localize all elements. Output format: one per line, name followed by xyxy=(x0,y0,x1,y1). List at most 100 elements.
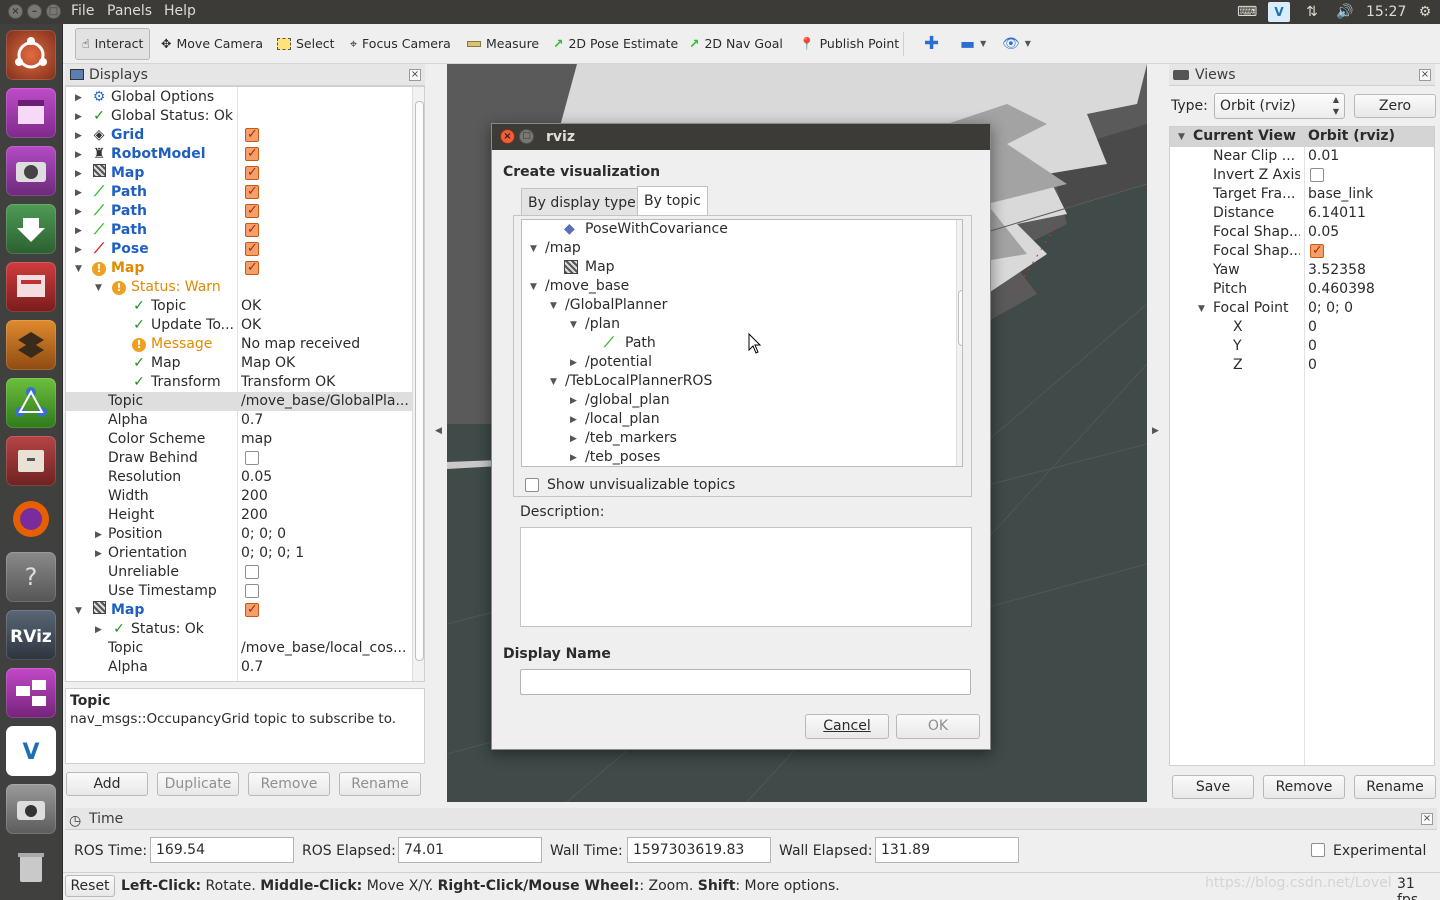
display-enabled-checkbox[interactable] xyxy=(245,125,259,144)
display-enabled-checkbox[interactable] xyxy=(245,258,259,277)
topic-tree-item[interactable]: ▼ /TebLocalPlannerROS xyxy=(522,372,954,391)
ros-time-field[interactable]: 169.54 xyxy=(150,837,294,863)
display-row[interactable]: Height 200 xyxy=(66,506,412,525)
display-row[interactable]: ▶ ✓ Status: Ok xyxy=(66,620,412,639)
rename-view-button[interactable]: Rename xyxy=(1354,775,1436,799)
expand-arrow-icon[interactable]: ▶ xyxy=(75,146,82,165)
display-row[interactable]: ▼! Map xyxy=(66,258,412,279)
expand-arrow-icon[interactable]: ▶ xyxy=(75,108,82,127)
view-property-row[interactable]: Invert Z Axis xyxy=(1170,166,1434,185)
display-enabled-checkbox[interactable] xyxy=(245,584,259,598)
display-row[interactable]: ✓ Map Map OK xyxy=(66,354,412,373)
network-icon[interactable]: ⇅ xyxy=(1302,2,1322,22)
ubuntu-dash-icon[interactable] xyxy=(6,30,56,80)
save-view-button[interactable]: Save xyxy=(1172,775,1254,799)
zero-view-button[interactable]: Zero xyxy=(1354,94,1436,118)
display-enabled-checkbox[interactable] xyxy=(245,600,259,619)
display-row[interactable]: ▶ ⟋ Pose xyxy=(66,239,412,260)
select-tool-button[interactable]: Select xyxy=(277,32,335,56)
display-row[interactable]: Topic/move_base/GlobalPla... xyxy=(66,392,412,411)
tab-by-topic[interactable]: By topic xyxy=(637,186,708,216)
menu-help[interactable]: Help xyxy=(164,3,196,19)
collapse-arrow-icon[interactable]: ▼ xyxy=(75,260,82,279)
collapse-arrow-icon[interactable]: ▼ xyxy=(95,279,102,298)
move-camera-tool-button[interactable]: ✥ Move Camera xyxy=(161,32,263,56)
remove-display-button[interactable]: Remove xyxy=(248,772,330,796)
settings-gear-icon[interactable]: ⚙ xyxy=(1416,2,1434,22)
expand-arrow-icon[interactable]: ▶ xyxy=(95,621,102,640)
current-view-row[interactable]: ▼ Current View Orbit (rviz) xyxy=(1170,127,1434,147)
archive-icon[interactable] xyxy=(6,436,56,486)
display-row[interactable]: ▶ Map xyxy=(66,163,412,184)
display-row[interactable]: ✓ Update To... OK xyxy=(66,316,412,335)
experimental-checkbox[interactable] xyxy=(1311,843,1325,857)
collapse-arrow-icon[interactable]: ▼ xyxy=(570,316,577,335)
display-row[interactable]: ▶ ♜ RobotModel xyxy=(66,144,412,165)
view-property-row[interactable]: Yaw 3.52358 xyxy=(1170,261,1434,280)
topic-tree-item[interactable]: ▼ /move_base xyxy=(522,277,954,296)
collapse-arrow-icon[interactable]: ▼ xyxy=(550,297,557,316)
topic-scroll-thumb[interactable] xyxy=(958,290,962,346)
camera-app-icon[interactable] xyxy=(6,784,56,834)
view-property-row[interactable]: Target Fra... base_link xyxy=(1170,185,1434,204)
time-close-icon[interactable]: × xyxy=(1421,813,1433,825)
cancel-button[interactable]: Cancel xyxy=(805,714,889,739)
displays-scroll-thumb[interactable] xyxy=(415,101,424,661)
topic-scrollbar[interactable] xyxy=(956,220,962,466)
expand-arrow-icon[interactable]: ▶ xyxy=(570,430,577,449)
menu-panels[interactable]: Panels xyxy=(107,3,152,19)
display-row[interactable]: ▼! Status: Warn xyxy=(66,278,412,297)
sublime-icon[interactable] xyxy=(6,320,56,370)
expand-arrow-icon[interactable]: ▶ xyxy=(570,354,577,373)
expand-arrow-icon[interactable]: ▶ xyxy=(75,241,82,260)
ok-button[interactable]: OK xyxy=(896,714,980,739)
eye-icon[interactable]: 👁 ▼ xyxy=(1002,32,1031,56)
tab-by-display-type[interactable]: By display type xyxy=(521,188,643,216)
display-row[interactable]: Resolution 0.05 xyxy=(66,468,412,487)
ros-elapsed-field[interactable]: 74.01 xyxy=(398,837,542,863)
display-row[interactable]: ! Message No map received xyxy=(66,335,412,354)
view-property-row[interactable]: X0 xyxy=(1170,318,1434,337)
topic-tree-item[interactable]: Map xyxy=(522,258,954,277)
webcam-icon[interactable] xyxy=(6,146,56,196)
window-minimize-icon[interactable]: – xyxy=(27,4,42,19)
keyboard-icon[interactable]: ⌨ xyxy=(1237,2,1257,22)
help-icon[interactable]: ? xyxy=(6,552,56,602)
topic-tree-item[interactable]: ▼ /GlobalPlanner xyxy=(522,296,954,315)
vscode-tray-icon[interactable]: V xyxy=(1268,2,1290,22)
display-row[interactable]: Draw Behind xyxy=(66,449,412,468)
view-property-row[interactable]: Focal Shap... xyxy=(1170,241,1434,261)
pose-estimate-tool-button[interactable]: ↗ 2D Pose Estimate xyxy=(553,32,678,56)
focus-camera-tool-button[interactable]: ⌖ Focus Camera xyxy=(350,32,451,56)
expand-arrow-icon[interactable]: ▶ xyxy=(75,165,82,184)
display-enabled-checkbox[interactable] xyxy=(245,565,259,579)
wall-elapsed-field[interactable]: 131.89 xyxy=(875,837,1019,863)
display-enabled-checkbox[interactable] xyxy=(245,451,259,465)
display-row[interactable]: ▶ ◈ Grid xyxy=(66,125,412,145)
collapse-arrow-icon[interactable]: ▼ xyxy=(75,602,82,621)
expand-arrow-icon[interactable]: ▶ xyxy=(95,545,102,564)
wall-time-field[interactable]: 1597303619.83 xyxy=(627,837,771,863)
display-row[interactable]: Topic/move_base/local_cos... xyxy=(66,639,412,658)
display-enabled-checkbox[interactable] xyxy=(245,182,259,201)
display-row[interactable]: Alpha 0.7 xyxy=(66,411,412,430)
expand-arrow-icon[interactable]: ▶ xyxy=(570,392,577,411)
show-unvisualizable-checkbox[interactable] xyxy=(525,478,539,492)
display-row[interactable]: ▶ ⚙ Global Options xyxy=(66,88,412,107)
reset-button[interactable]: Reset xyxy=(65,875,115,897)
expand-arrow-icon[interactable]: ▶ xyxy=(75,184,82,203)
topic-tree-item[interactable]: ▶ /global_plan xyxy=(522,391,954,410)
collapse-arrow-icon[interactable]: ▼ xyxy=(530,278,537,297)
view-property-row[interactable]: Distance 6.14011 xyxy=(1170,204,1434,223)
display-row[interactable]: Color Scheme map xyxy=(66,430,412,449)
presentation-icon[interactable] xyxy=(6,262,56,312)
topic-tree-item[interactable]: ▶ /teb_markers xyxy=(522,429,954,448)
topic-tree-item[interactable]: ◆ PoseWithCovariance xyxy=(522,220,954,239)
views-close-icon[interactable]: × xyxy=(1419,69,1431,81)
vscode-icon[interactable]: V xyxy=(6,726,56,776)
collapse-arrow-icon[interactable]: ▼ xyxy=(1198,300,1205,319)
window-close-icon[interactable]: × xyxy=(8,4,23,19)
display-name-input[interactable] xyxy=(520,669,971,695)
app-window-icon[interactable] xyxy=(6,88,56,138)
left-splitter-arrow-icon[interactable]: ◀ xyxy=(435,426,442,436)
